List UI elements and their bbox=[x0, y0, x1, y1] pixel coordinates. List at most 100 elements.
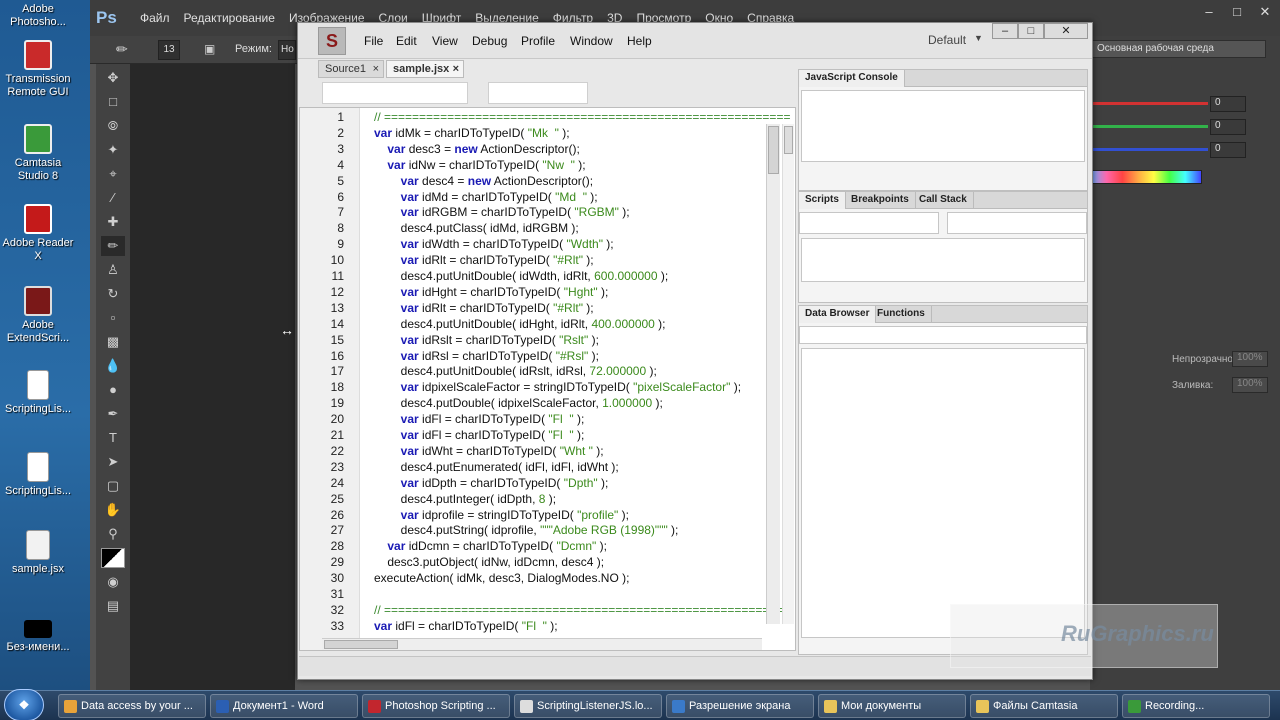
workspace-dropdown[interactable]: Default bbox=[928, 33, 966, 47]
fill-field[interactable]: 100% bbox=[1232, 377, 1268, 393]
tab-breakpoints[interactable]: Breakpoints bbox=[845, 192, 916, 209]
tab-source1[interactable]: Source1 × bbox=[318, 60, 384, 78]
code-line[interactable]: desc4.putString( idprofile, """Adobe RGB… bbox=[374, 523, 679, 537]
taskbar-chrome[interactable]: Data access by your ... bbox=[58, 694, 206, 718]
stamp-tool-icon[interactable]: ♙ bbox=[101, 260, 125, 280]
eraser-tool-icon[interactable]: ▫ bbox=[101, 308, 125, 328]
taskbar-word[interactable]: Документ1 - Word bbox=[210, 694, 358, 718]
code-line[interactable]: var idFl = charIDToTypeID( "Fl " ); bbox=[374, 619, 558, 633]
gradient-tool-icon[interactable]: ▩ bbox=[101, 332, 125, 352]
green-value[interactable]: 0 bbox=[1210, 119, 1246, 135]
desktop-icon-sample-jsx[interactable]: sample.jsx bbox=[0, 530, 76, 576]
close-icon[interactable]: × bbox=[373, 63, 379, 75]
code-line[interactable]: desc4.putEnumerated( idFl, idFl, idWht )… bbox=[374, 460, 619, 474]
esk-menu-window[interactable]: Window bbox=[570, 34, 613, 48]
scrollbar-thumb[interactable] bbox=[784, 126, 793, 154]
scrollbar-thumb[interactable] bbox=[768, 126, 779, 174]
desktop-icon-reader[interactable]: Adobe Reader X bbox=[0, 204, 76, 263]
eyedropper-tool-icon[interactable]: ⁄ bbox=[101, 188, 125, 208]
target-app-dropdown[interactable] bbox=[322, 82, 468, 104]
data-browser-tree[interactable] bbox=[801, 348, 1085, 638]
close-icon[interactable]: ✕ bbox=[1044, 23, 1088, 39]
code-line[interactable]: // =====================================… bbox=[374, 603, 790, 617]
code-line[interactable]: desc4.putInteger( idDpth, 8 ); bbox=[374, 492, 556, 506]
esk-menu-debug[interactable]: Debug bbox=[472, 34, 507, 48]
desktop-icon-untitled[interactable]: Без-имени... bbox=[0, 620, 76, 654]
maximize-icon[interactable]: □ bbox=[1018, 23, 1044, 39]
code-line[interactable]: desc4.putUnitDouble( idRslt, idRsl, 72.0… bbox=[374, 364, 657, 378]
scripts-selector[interactable] bbox=[799, 212, 939, 234]
path-select-tool-icon[interactable]: ➤ bbox=[101, 452, 125, 472]
code-line[interactable]: var idDcmn = charIDToTypeID( "Dcmn" ); bbox=[374, 539, 607, 553]
taskbar-my-documents[interactable]: Мои документы bbox=[818, 694, 966, 718]
data-filter-field[interactable] bbox=[799, 326, 1087, 344]
blur-tool-icon[interactable]: 💧 bbox=[101, 356, 125, 376]
dodge-tool-icon[interactable]: ● bbox=[101, 380, 125, 400]
color-swatch-icon[interactable] bbox=[101, 548, 125, 568]
history-brush-tool-icon[interactable]: ↻ bbox=[101, 284, 125, 304]
code-line[interactable]: var idRGBM = charIDToTypeID( "RGBM" ); bbox=[374, 205, 630, 219]
taskbar-recording[interactable]: Recording... bbox=[1122, 694, 1270, 718]
esk-menu-help[interactable]: Help bbox=[627, 34, 652, 48]
shape-tool-icon[interactable]: ▢ bbox=[101, 476, 125, 496]
brush-tool-icon[interactable]: ✏ bbox=[101, 236, 125, 256]
code-line[interactable]: desc3.putObject( idNw, idDcmn, desc4 ); bbox=[374, 555, 604, 569]
code-line[interactable]: executeAction( idMk, desc3, DialogModes.… bbox=[374, 571, 629, 585]
console-output[interactable] bbox=[801, 90, 1085, 162]
desktop-icon-extendscript[interactable]: Adobe ExtendScri... bbox=[0, 286, 76, 345]
start-button[interactable]: ❖ bbox=[4, 689, 44, 720]
minimize-icon[interactable]: – bbox=[1198, 4, 1220, 22]
code-line[interactable]: // =====================================… bbox=[374, 110, 790, 124]
desktop-icon-photoshop[interactable]: Adobe Photosho... bbox=[0, 0, 76, 29]
tab-call-stack[interactable]: Call Stack bbox=[913, 192, 974, 209]
mode-select[interactable]: Но bbox=[278, 40, 296, 60]
code-line[interactable]: var idMd = charIDToTypeID( "Md " ); bbox=[374, 190, 598, 204]
esk-menu-profile[interactable]: Profile bbox=[521, 34, 555, 48]
zoom-tool-icon[interactable]: ⚲ bbox=[101, 524, 125, 544]
brush-icon[interactable]: ✏ bbox=[116, 41, 128, 58]
taskbar-screen-resolution[interactable]: Разрешение экрана bbox=[666, 694, 814, 718]
tab-functions[interactable]: Functions bbox=[871, 306, 932, 323]
color-spectrum[interactable] bbox=[1090, 170, 1202, 184]
tab-javascript-console[interactable]: JavaScript Console bbox=[799, 70, 905, 87]
taskbar-camtasia-files[interactable]: Файлы Camtasia bbox=[970, 694, 1118, 718]
brush-size[interactable]: 13 bbox=[158, 40, 180, 60]
code-line[interactable]: var idRslt = charIDToTypeID( "Rslt" ); bbox=[374, 333, 599, 347]
code-line[interactable]: desc4.putClass( idMd, idRGBM ); bbox=[374, 221, 579, 235]
code-line[interactable]: desc4.putDouble( idpixelScaleFactor, 1.0… bbox=[374, 396, 663, 410]
code-line[interactable]: var idWht = charIDToTypeID( "Wht " ); bbox=[374, 444, 604, 458]
red-value[interactable]: 0 bbox=[1210, 96, 1246, 112]
desktop-icon-camtasia[interactable]: Camtasia Studio 8 bbox=[0, 124, 76, 183]
esk-menu-view[interactable]: View bbox=[432, 34, 458, 48]
code-line[interactable]: var idDpth = charIDToTypeID( "Dpth" ); bbox=[374, 476, 609, 490]
code-line[interactable]: var idMk = charIDToTypeID( "Mk " ); bbox=[374, 126, 570, 140]
code-line[interactable]: var desc4 = new ActionDescriptor(); bbox=[374, 174, 593, 188]
blue-value[interactable]: 0 bbox=[1210, 142, 1246, 158]
close-icon[interactable]: × bbox=[453, 63, 459, 75]
crop-tool-icon[interactable]: ⌖ bbox=[101, 164, 125, 184]
chevron-down-icon[interactable]: ▼ bbox=[974, 33, 983, 43]
quick-mask-icon[interactable]: ◉ bbox=[101, 572, 125, 592]
ps-menu-file[interactable]: Файл bbox=[140, 11, 170, 25]
pen-tool-icon[interactable]: ✒ bbox=[101, 404, 125, 424]
editor-vertical-scrollbar[interactable] bbox=[766, 124, 780, 624]
esk-menu-file[interactable]: File bbox=[364, 34, 383, 48]
code-line[interactable]: var idFl = charIDToTypeID( "Fl " ); bbox=[374, 428, 585, 442]
healing-tool-icon[interactable]: ✚ bbox=[101, 212, 125, 232]
tab-data-browser[interactable]: Data Browser bbox=[799, 306, 877, 323]
tab-sample-jsx[interactable]: sample.jsx × bbox=[386, 60, 464, 78]
brush-panel-icon[interactable]: ▣ bbox=[204, 42, 215, 56]
taskbar-ps-scripting[interactable]: Photoshop Scripting ... bbox=[362, 694, 510, 718]
code-line[interactable]: var idpixelScaleFactor = stringIDToTypeI… bbox=[374, 380, 741, 394]
close-icon[interactable]: ✕ bbox=[1254, 4, 1276, 22]
screen-mode-icon[interactable]: ▤ bbox=[101, 596, 125, 616]
editor-horizontal-scrollbar[interactable] bbox=[322, 638, 762, 650]
opacity-field[interactable]: 100% bbox=[1232, 351, 1268, 367]
code-line[interactable]: var idprofile = stringIDToTypeID( "profi… bbox=[374, 508, 629, 522]
workspace-selector[interactable]: Основная рабочая среда bbox=[1090, 40, 1266, 58]
function-selector[interactable] bbox=[947, 212, 1087, 234]
code-line[interactable]: desc4.putUnitDouble( idWdth, idRlt, 600.… bbox=[374, 269, 669, 283]
lasso-tool-icon[interactable]: ⦾ bbox=[101, 116, 125, 136]
code-line[interactable]: var idWdth = charIDToTypeID( "Wdth" ); bbox=[374, 237, 614, 251]
code-line[interactable]: var idRlt = charIDToTypeID( "#Rlt" ); bbox=[374, 301, 594, 315]
